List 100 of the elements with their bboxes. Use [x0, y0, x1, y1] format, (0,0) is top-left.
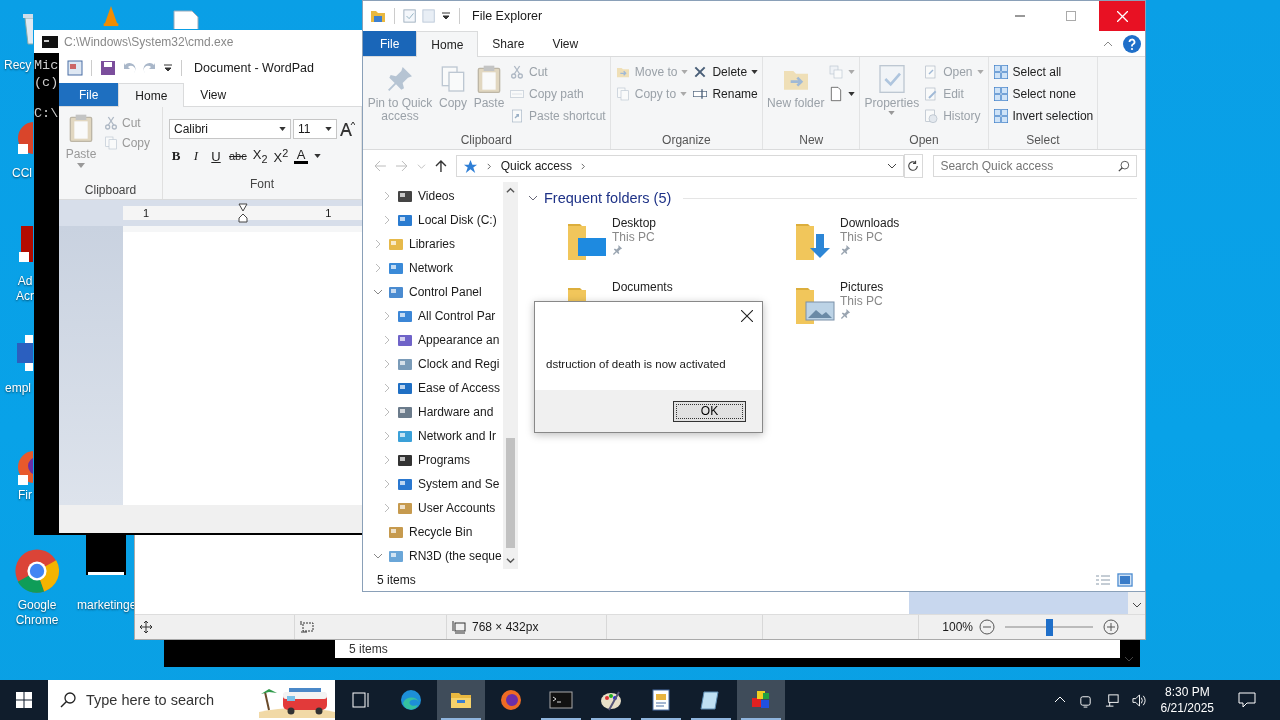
- group-label: New: [798, 133, 825, 147]
- large-icons-view-icon[interactable]: [1117, 573, 1133, 587]
- zoom-out-icon[interactable]: [979, 619, 995, 635]
- tree-item[interactable]: Network and Ir: [418, 429, 497, 443]
- file-thumbnail-icon[interactable]: [86, 535, 126, 575]
- image-size-icon: [452, 620, 466, 634]
- tree-item[interactable]: Clock and Regi: [418, 357, 500, 371]
- group-label: Organize: [661, 133, 712, 147]
- font-family-dropdown[interactable]: Calibri: [169, 119, 291, 139]
- ribbon-tab[interactable]: Home: [416, 31, 479, 57]
- ribbon-button[interactable]: Select none: [992, 84, 1094, 104]
- tree-item[interactable]: Appearance an: [418, 333, 500, 347]
- format-button[interactable]: X$^{2}$: [273, 147, 289, 166]
- ribbon-tab[interactable]: Home: [118, 83, 185, 107]
- caret-icon[interactable]: [163, 63, 173, 73]
- scrollbar[interactable]: [503, 182, 518, 569]
- grow-font-icon[interactable]: [339, 121, 355, 137]
- folder-location: This PC: [840, 230, 883, 244]
- format-button[interactable]: I: [189, 148, 203, 165]
- tree-item[interactable]: Network: [409, 261, 453, 275]
- ribbon-button[interactable]: Rename: [692, 84, 759, 104]
- ribbon-button[interactable]: Invert selection: [992, 106, 1094, 126]
- ribbon-button[interactable]: [828, 84, 856, 104]
- network-icon[interactable]: [1104, 692, 1120, 708]
- caret-icon: [751, 70, 759, 74]
- up-arrow-icon[interactable]: [433, 159, 448, 173]
- icon-label: Ad: [17, 274, 33, 289]
- tree-item[interactable]: Recycle Bin: [409, 525, 473, 539]
- icon-label: Chrome: [15, 613, 59, 628]
- refresh-button[interactable]: [903, 154, 924, 178]
- scroll-up-icon[interactable]: [506, 186, 515, 195]
- icon-label: Google: [17, 598, 57, 613]
- format-button[interactable]: abc: [229, 150, 247, 163]
- group-label: Clipboard: [83, 183, 138, 197]
- breadcrumb[interactable]: Quick access: [500, 159, 572, 173]
- font-size-dropdown[interactable]: 11: [293, 119, 337, 139]
- caret-icon[interactable]: [314, 154, 322, 159]
- format-button[interactable]: U: [209, 148, 223, 164]
- taskbar-app-button[interactable]: [437, 680, 485, 720]
- tree-item[interactable]: Control Panel: [409, 285, 482, 299]
- close-icon[interactable]: [741, 310, 753, 322]
- window-title: File Explorer: [472, 9, 543, 23]
- console-icon: [42, 35, 58, 48]
- tree-item[interactable]: User Accounts: [418, 501, 496, 515]
- control-panel-icon: [388, 548, 404, 564]
- section-heading[interactable]: Frequent folders (5): [544, 190, 672, 206]
- caret-icon[interactable]: [441, 11, 451, 21]
- tree-item[interactable]: RN3D (the seque: [409, 549, 502, 563]
- folder-tile[interactable]: Downloads This PC: [790, 216, 1018, 272]
- ribbon-tab[interactable]: View: [184, 83, 243, 106]
- copy-icon: [103, 135, 119, 151]
- save-icon[interactable]: [100, 60, 116, 76]
- ok-button[interactable]: OK: [673, 400, 746, 422]
- search-bar[interactable]: Type here to search: [48, 680, 335, 720]
- chevron-icon[interactable]: [528, 193, 538, 203]
- format-button[interactable]: A: [294, 148, 309, 165]
- scroll-thumb[interactable]: [506, 438, 515, 548]
- ribbon-tab[interactable]: File: [59, 83, 119, 106]
- fox-icon: [499, 688, 523, 712]
- format-button[interactable]: X$_{2}$: [252, 147, 268, 165]
- tree-item[interactable]: Hardware and: [418, 405, 494, 419]
- grid-icon: [992, 86, 1009, 102]
- folder-icon[interactable]: [370, 8, 386, 24]
- tree-item[interactable]: System and Se: [418, 477, 500, 491]
- ribbon-tab[interactable]: File: [363, 31, 417, 56]
- search-box[interactable]: Search Quick access: [933, 155, 1137, 177]
- speaker-icon[interactable]: [1131, 692, 1147, 708]
- tree-item[interactable]: All Control Par: [418, 309, 496, 323]
- ribbon-tab[interactable]: View: [538, 31, 593, 56]
- zoom-in-icon[interactable]: [1103, 619, 1119, 635]
- notification-icon[interactable]: [1238, 692, 1256, 708]
- icon-label: empl: [5, 381, 31, 396]
- help-icon[interactable]: [1123, 34, 1141, 53]
- browser-icon[interactable]: [13, 547, 61, 595]
- format-button[interactable]: B: [169, 148, 183, 165]
- folder-tile[interactable]: Pictures This PC: [790, 280, 1018, 336]
- ribbon-button[interactable]: Delete: [692, 62, 759, 82]
- wave-icon: [399, 688, 423, 712]
- tree-item[interactable]: Libraries: [409, 237, 456, 251]
- chevron-icon[interactable]: [373, 551, 383, 561]
- indent-marker-icon[interactable]: [238, 203, 248, 223]
- dropdown-icon[interactable]: [886, 161, 897, 171]
- address-bar[interactable]: Quick access: [455, 155, 904, 177]
- caret-icon: [848, 92, 856, 96]
- app-icon[interactable]: [67, 60, 83, 76]
- slider-thumb[interactable]: [1046, 618, 1053, 636]
- chevron-icon[interactable]: [373, 287, 383, 297]
- tree-item[interactable]: Ease of Access: [418, 381, 501, 395]
- control-panel-icon: [397, 212, 413, 228]
- scroll-down-icon[interactable]: [1131, 600, 1142, 610]
- folder-tile[interactable]: Desktop This PC: [562, 216, 790, 272]
- ribbon-tab[interactable]: Share: [478, 31, 539, 56]
- tree-item[interactable]: Videos: [418, 189, 455, 203]
- tree-item[interactable]: Programs: [418, 453, 470, 467]
- clock[interactable]: 8:30 PM 6/21/2025: [1160, 684, 1214, 716]
- tree-item[interactable]: Local Disk (C:): [418, 213, 497, 227]
- caret-icon: [888, 111, 896, 115]
- ribbon-button[interactable]: Select all: [992, 62, 1094, 82]
- scroll-down-icon[interactable]: [506, 556, 515, 565]
- group-label: Open: [908, 133, 940, 147]
